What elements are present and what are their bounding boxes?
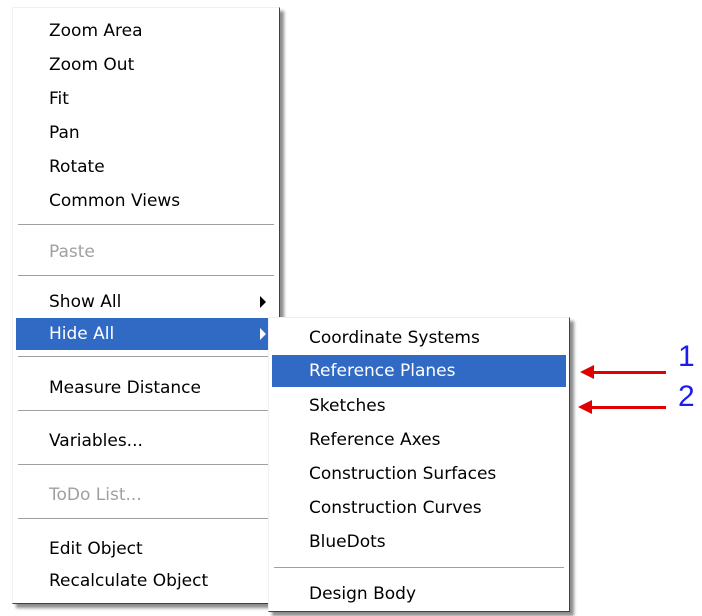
submenu-item-reference-axes[interactable]: Reference Axes [272, 424, 566, 456]
submenu-item-design-body[interactable]: Design Body [272, 578, 566, 610]
submenu-item-coordinate-systems[interactable]: Coordinate Systems [272, 322, 566, 354]
submenu-item-sketches[interactable]: Sketches [272, 390, 566, 422]
menu-item-pan[interactable]: Pan [16, 117, 276, 149]
menu-item-common-views[interactable]: Common Views [16, 185, 276, 217]
menu-item-measure-distance[interactable]: Measure Distance [16, 372, 276, 404]
menu-item-variables[interactable]: Variables... [16, 425, 276, 457]
menu-item-todo-list: ToDo List... [49, 485, 142, 505]
menu-item-paste: Paste [49, 242, 95, 262]
arrow-line [590, 406, 666, 409]
submenu-item-construction-surfaces[interactable]: Construction Surfaces [272, 458, 566, 490]
menu-item-label: Show All [49, 292, 122, 312]
menu-item-fit[interactable]: Fit [16, 83, 276, 115]
menu-separator [18, 275, 274, 277]
menu-item-zoom-area[interactable]: Zoom Area [16, 15, 276, 47]
menu-item-show-all[interactable]: Show All [16, 286, 276, 318]
menu-separator [18, 518, 274, 520]
menu-separator [18, 410, 274, 412]
menu-separator [274, 567, 564, 569]
menu-item-recalculate-object[interactable]: Recalculate Object [16, 565, 276, 597]
arrow-line [592, 371, 666, 374]
submenu-item-construction-curves[interactable]: Construction Curves [272, 492, 566, 524]
context-menu: Zoom Area Zoom Out Fit Pan Rotate Common… [12, 7, 280, 604]
menu-item-zoom-out[interactable]: Zoom Out [16, 49, 276, 81]
callout-number: 2 [678, 380, 695, 413]
menu-item-hide-all[interactable]: Hide All [16, 318, 276, 350]
submenu-arrow-icon [260, 296, 266, 308]
menu-separator [18, 356, 274, 358]
submenu-item-reference-planes[interactable]: Reference Planes [272, 355, 566, 387]
submenu-arrow-icon [260, 328, 266, 340]
menu-separator [18, 224, 274, 226]
menu-item-rotate[interactable]: Rotate [16, 151, 276, 183]
submenu-item-bluedots[interactable]: BlueDots [272, 526, 566, 558]
menu-separator [18, 464, 274, 466]
menu-item-edit-object[interactable]: Edit Object [16, 533, 276, 565]
menu-item-label: Hide All [49, 324, 115, 344]
hide-all-submenu: Coordinate Systems Reference Planes Sket… [268, 317, 570, 612]
callout-number: 1 [678, 340, 695, 373]
